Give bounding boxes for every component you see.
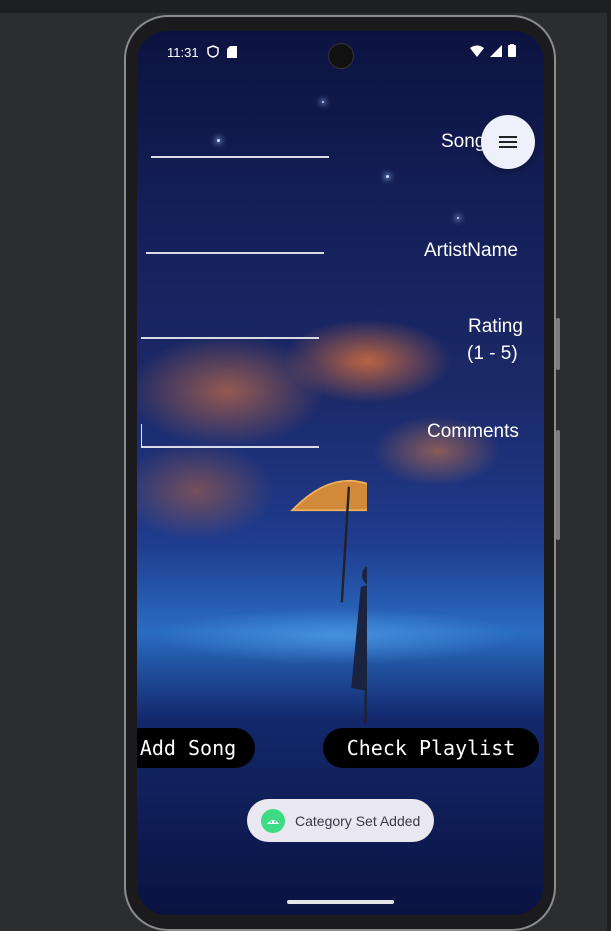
check-playlist-label: Check Playlist <box>346 736 516 760</box>
menu-button[interactable] <box>481 115 535 169</box>
signal-icon <box>490 44 502 57</box>
ide-right-edge <box>607 13 611 931</box>
volume-button <box>556 430 560 540</box>
status-bar: 11:31 <box>137 31 544 73</box>
rating-range-hint: (1 - 5) <box>467 343 518 364</box>
text-cursor <box>141 424 142 446</box>
comments-label: Comments <box>427 421 519 442</box>
star <box>386 175 389 178</box>
check-playlist-button[interactable]: Check Playlist <box>323 728 539 768</box>
rating-input[interactable] <box>141 337 319 339</box>
star <box>217 139 220 142</box>
star <box>457 217 459 219</box>
star <box>322 101 324 103</box>
android-icon <box>261 808 285 833</box>
shield-icon <box>207 45 219 58</box>
wifi-icon <box>470 45 484 57</box>
artist-name-label: ArtistName <box>424 240 518 261</box>
home-indicator[interactable] <box>287 900 394 904</box>
status-icons-left <box>207 45 237 58</box>
toast: Category Set Added <box>247 799 434 842</box>
toast-message: Category Set Added <box>295 812 421 829</box>
rating-label: Rating <box>468 316 523 337</box>
umbrella-figure-illustration <box>290 480 367 723</box>
battery-icon <box>508 44 516 57</box>
app-screen: 11:31 Song ArtistName Rating (1 - 5) Com… <box>137 31 544 915</box>
menu-icon <box>499 136 517 148</box>
comments-input[interactable] <box>141 446 319 448</box>
power-button <box>556 318 560 370</box>
add-song-button[interactable]: Add Song <box>137 728 255 768</box>
add-song-label: Add Song <box>139 736 237 760</box>
artist-name-input[interactable] <box>146 252 324 254</box>
status-icons-right <box>470 44 516 57</box>
song-label: Song <box>441 131 486 152</box>
sd-card-icon <box>227 45 237 58</box>
front-camera <box>328 43 354 69</box>
song-input[interactable] <box>151 156 329 158</box>
ide-toolbar-strip <box>0 0 611 13</box>
status-time: 11:31 <box>167 45 199 60</box>
